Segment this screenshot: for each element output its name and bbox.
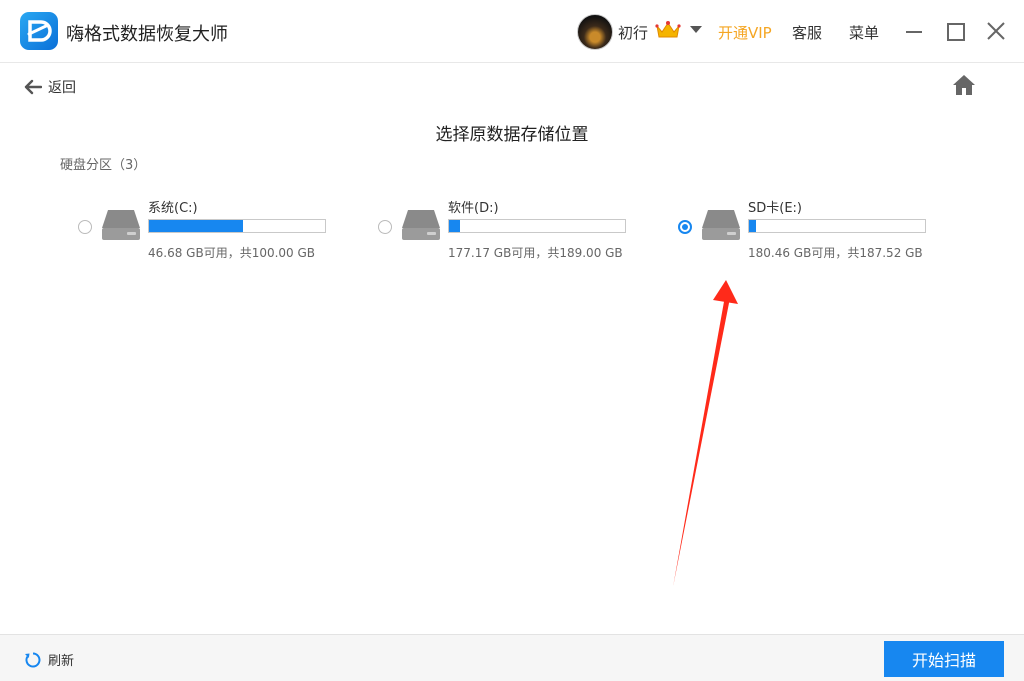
page-title: 选择原数据存储位置 — [435, 125, 589, 145]
user-avatar[interactable] — [577, 14, 613, 50]
app-title: 嗨格式数据恢复大师 — [66, 24, 228, 45]
partition-section-label: 硬盘分区（3） — [60, 158, 147, 173]
crown-icon — [655, 21, 681, 38]
start-scan-button[interactable]: 开始扫描 — [884, 641, 1004, 677]
drive-capacity-info: 177.17 GB可用，共189.00 GB — [448, 246, 623, 260]
menu-button[interactable]: 菜单 — [849, 22, 879, 43]
username[interactable]: 初行 — [618, 22, 648, 43]
drive-usage-fill — [749, 220, 756, 232]
drive-usage-fill — [449, 220, 461, 232]
app-logo-icon — [20, 12, 58, 50]
drive-radio-selected[interactable] — [678, 220, 692, 234]
open-vip-link[interactable]: 开通VIP — [718, 22, 772, 43]
drive-name: SD卡(E:) — [748, 201, 802, 216]
refresh-button[interactable]: 刷新 — [24, 650, 74, 669]
drive-name: 软件(D:) — [448, 201, 499, 216]
back-button[interactable]: 返回 — [24, 76, 76, 98]
maximize-icon[interactable] — [947, 23, 965, 41]
drive-usage-bar — [448, 219, 626, 233]
refresh-label: 刷新 — [48, 654, 75, 669]
drive-capacity-info: 46.68 GB可用，共100.00 GB — [148, 246, 316, 260]
user-dropdown-icon[interactable] — [690, 26, 702, 33]
drive-usage-bar — [748, 219, 926, 233]
drive-capacity-info: 180.46 GB可用，共187.52 GB — [748, 246, 923, 260]
hard-drive-icon — [402, 210, 440, 240]
hard-drive-icon — [702, 210, 740, 240]
footer-bar: 刷新 开始扫描 — [0, 634, 1024, 681]
arrow-left-icon — [24, 79, 42, 95]
drive-usage-bar — [148, 219, 326, 233]
drive-item-e[interactable]: SD卡(E:) 180.46 GB可用，共187.52 GB — [678, 192, 938, 262]
customer-service-button[interactable]: 客服 — [792, 22, 822, 43]
close-icon[interactable] — [984, 19, 1008, 43]
drive-radio[interactable] — [78, 220, 92, 234]
drive-usage-fill — [149, 220, 243, 232]
annotation-arrow — [673, 280, 738, 587]
drive-item-d[interactable]: 软件(D:) 177.17 GB可用，共189.00 GB — [378, 192, 638, 262]
drive-radio[interactable] — [378, 220, 392, 234]
drive-name: 系统(C:) — [148, 201, 198, 216]
back-label: 返回 — [48, 80, 76, 96]
minimize-icon[interactable] — [906, 31, 922, 33]
refresh-icon — [25, 652, 41, 667]
drive-item-c[interactable]: 系统(C:) 46.68 GB可用，共100.00 GB — [78, 192, 338, 262]
home-icon[interactable] — [952, 74, 976, 96]
radio-dot — [682, 224, 688, 230]
hard-drive-icon — [102, 210, 140, 240]
title-bar: 嗨格式数据恢复大师 初行 开通VIP 客服 菜单 — [0, 0, 1024, 63]
